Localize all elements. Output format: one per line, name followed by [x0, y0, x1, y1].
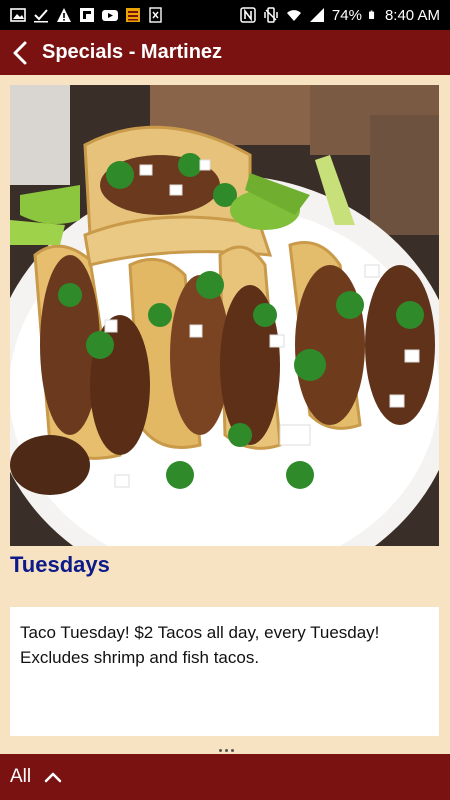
- notification-icons: [10, 7, 164, 23]
- system-icons: 74% 8:40 AM: [240, 7, 440, 24]
- page-dot: [219, 749, 222, 752]
- status-bar: 74% 8:40 AM: [0, 0, 450, 30]
- page-dot: [225, 749, 228, 752]
- special-day-heading: Tuesdays: [10, 552, 110, 577]
- flipboard-icon: [80, 8, 94, 22]
- battery-icon: [368, 10, 375, 19]
- special-description-text: Taco Tuesday! $2 Tacos all day, every Tu…: [20, 623, 380, 667]
- page-indicator: [219, 749, 234, 752]
- vibrate-icon: [264, 7, 278, 23]
- special-description: Taco Tuesday! $2 Tacos all day, every Tu…: [10, 607, 439, 736]
- page-title: Specials - Martinez: [42, 41, 223, 63]
- bottom-filter-bar[interactable]: All: [0, 754, 450, 800]
- battery-percent: 74%: [331, 6, 362, 24]
- check-icon: [34, 9, 48, 23]
- warning-icon: [57, 8, 71, 22]
- youtube-icon: [102, 10, 118, 21]
- exchange-icon: [149, 7, 162, 23]
- back-button[interactable]: [0, 30, 40, 75]
- tacos-image: [10, 85, 439, 546]
- back-arrow-icon: [13, 41, 27, 64]
- wifi-icon: [286, 10, 301, 21]
- signal-icon: [309, 8, 324, 22]
- news-icon: [126, 8, 140, 22]
- app-bar: Specials - Martinez: [0, 30, 450, 75]
- clock: 8:40 AM: [384, 6, 440, 24]
- special-photo: [10, 85, 439, 546]
- filter-label[interactable]: All: [10, 766, 31, 788]
- page-dot: [231, 749, 234, 752]
- chevron-up-icon[interactable]: [43, 770, 63, 784]
- gallery-icon: [10, 8, 26, 22]
- nfc-icon: [240, 7, 256, 23]
